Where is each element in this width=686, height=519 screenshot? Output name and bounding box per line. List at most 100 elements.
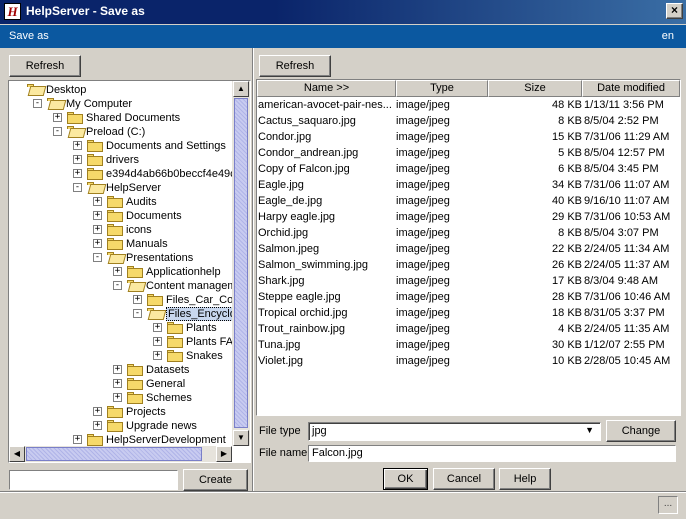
file-type-select[interactable]: jpg ▼ (308, 422, 601, 441)
file-size-cell: 10 KB (552, 355, 582, 367)
folder-icon (86, 153, 104, 166)
table-row[interactable]: Steppe eagle.jpg image/jpeg 28 KB 7/31/06 1… (257, 289, 681, 305)
column-header-name[interactable]: Name >> (257, 80, 396, 97)
scroll-down-icon[interactable]: ▼ (233, 430, 249, 446)
close-button[interactable]: × (666, 3, 683, 19)
scroll-left-icon[interactable]: ◀ (9, 446, 25, 462)
tree-vscroll-thumb[interactable] (234, 98, 248, 428)
folder-open-icon (86, 181, 107, 194)
folder-tree[interactable]: Desktop - My Computer + Shared Documents - Pre… (8, 80, 251, 463)
folder-tree-content[interactable]: Desktop - My Computer + Shared Documents - Pre… (9, 81, 232, 446)
table-row[interactable]: Condor.jpg image/jpeg 15 KB 7/31/06 11:29 A… (257, 129, 681, 145)
table-row[interactable]: Cactus_saquaro.jpg image/jpeg 8 KB 8/5/04 2… (257, 113, 681, 129)
table-row[interactable]: Tuna.jpg image/jpeg 30 KB 1/12/07 2:55 PM (257, 337, 681, 353)
file-type-cell: image/jpeg (396, 227, 450, 239)
tree-refresh-button[interactable]: Refresh (9, 55, 81, 77)
expand-icon[interactable]: + (113, 379, 122, 388)
cancel-button[interactable]: Cancel (433, 468, 495, 490)
ok-button[interactable]: OK (383, 468, 428, 490)
file-name-input[interactable]: Falcon.jpg (308, 445, 676, 462)
expand-icon[interactable]: + (113, 393, 122, 402)
scroll-up-icon[interactable]: ▲ (233, 81, 249, 97)
collapse-icon[interactable]: - (53, 127, 62, 136)
expand-icon[interactable]: + (153, 337, 162, 346)
scroll-right-icon[interactable]: ▶ (216, 446, 232, 462)
table-row[interactable]: Eagle_de.jpg image/jpeg 40 KB 9/16/10 11:07… (257, 193, 681, 209)
expand-icon[interactable]: + (153, 323, 162, 332)
table-row[interactable]: Trout_rainbow.jpg image/jpeg 4 KB 2/24/05 1… (257, 321, 681, 337)
file-size-cell: 8 KB (558, 227, 582, 239)
file-type-cell: image/jpeg (396, 115, 450, 127)
collapse-icon[interactable]: - (33, 99, 42, 108)
expand-icon[interactable]: + (93, 211, 102, 220)
collapse-icon[interactable]: - (93, 253, 102, 262)
file-size-cell: 26 KB (552, 259, 582, 271)
tree-node-label: Presentations (126, 252, 194, 264)
table-row[interactable]: Salmon_swimming.jpg image/jpeg 26 KB 2/24/0… (257, 257, 681, 273)
expand-icon[interactable]: + (93, 421, 102, 430)
table-row[interactable]: Violet.jpg image/jpeg 10 KB 2/28/05 10:45 A… (257, 353, 681, 369)
new-folder-input[interactable] (9, 470, 178, 490)
collapse-icon[interactable]: - (133, 309, 142, 318)
expand-icon[interactable]: + (93, 197, 102, 206)
tree-node-label: Plants FAQ (186, 336, 232, 348)
table-row[interactable]: Harpy eagle.jpg image/jpeg 29 KB 7/31/06 10… (257, 209, 681, 225)
expand-icon[interactable]: + (73, 155, 82, 164)
file-size-cell: 5 KB (558, 147, 582, 159)
expand-icon[interactable]: + (133, 295, 142, 304)
tree-node-label: e394d4ab66b0beccf4e49c47 (106, 168, 232, 180)
table-row[interactable]: Shark.jpg image/jpeg 17 KB 8/3/04 9:48 AM (257, 273, 681, 289)
table-row[interactable]: Copy of Falcon.jpg image/jpeg 6 KB 8/5/04 3… (257, 161, 681, 177)
file-date-cell: 8/31/05 3:37 PM (584, 307, 665, 319)
expand-icon[interactable]: + (93, 239, 102, 248)
folder-icon (126, 363, 144, 376)
table-row[interactable]: Tropical orchid.jpg image/jpeg 18 KB 8/31/0… (257, 305, 681, 321)
expand-icon[interactable]: + (93, 225, 102, 234)
create-folder-button[interactable]: Create (183, 469, 248, 491)
chevron-down-icon[interactable]: ▼ (585, 425, 594, 435)
tree-horizontal-scrollbar[interactable]: ◀ ▶ (9, 446, 232, 462)
table-row[interactable]: american-avocet-pair-nes... image/jpeg 48 … (257, 97, 681, 113)
file-date-cell: 1/13/11 3:56 PM (584, 99, 664, 111)
expand-icon[interactable]: + (73, 435, 82, 444)
tree-vertical-scrollbar[interactable]: ▲ ▼ (232, 81, 250, 446)
expand-icon[interactable]: + (113, 267, 122, 276)
expand-icon[interactable]: + (53, 113, 62, 122)
file-list[interactable]: Name >> Type Size Date modified american… (256, 79, 681, 416)
tree-hscroll-thumb[interactable] (26, 447, 202, 461)
column-header-type[interactable]: Type (396, 80, 488, 97)
folder-icon (106, 237, 124, 250)
file-size-cell: 34 KB (552, 179, 582, 191)
expand-icon[interactable]: + (73, 141, 82, 150)
expand-icon[interactable]: + (113, 365, 122, 374)
app-icon: H (4, 3, 21, 20)
table-row[interactable]: Orchid.jpg image/jpeg 8 KB 8/5/04 3:07 PM (257, 225, 681, 241)
column-header-size[interactable]: Size (488, 80, 582, 97)
table-row[interactable]: Eagle.jpg image/jpeg 34 KB 7/31/06 11:07 AM (257, 177, 681, 193)
collapse-icon[interactable]: - (113, 281, 122, 290)
language-indicator[interactable]: en (662, 30, 674, 42)
file-name-cell: Shark.jpg (258, 275, 305, 287)
title-bar[interactable]: H HelpServer - Save as × (0, 0, 686, 24)
expand-icon[interactable]: + (93, 407, 102, 416)
window-title: HelpServer - Save as (26, 4, 145, 18)
file-date-cell: 9/16/10 11:07 AM (584, 195, 670, 207)
resize-grip-icon[interactable]: ... (658, 496, 678, 514)
table-row[interactable]: Condor_andrean.jpg image/jpeg 5 KB 8/5/04 1… (257, 145, 681, 161)
change-button[interactable]: Change (606, 420, 676, 442)
file-date-cell: 8/5/04 3:07 PM (584, 227, 659, 239)
tree-node-label: Files_Car_Compo (166, 294, 232, 306)
expand-icon[interactable]: + (73, 169, 82, 178)
file-date-cell: 8/5/04 12:57 PM (584, 147, 665, 159)
files-refresh-button[interactable]: Refresh (259, 55, 331, 77)
file-name-cell: Condor.jpg (258, 131, 312, 143)
file-type-cell: image/jpeg (396, 147, 450, 159)
help-button[interactable]: Help (499, 468, 551, 490)
pane-divider[interactable] (252, 48, 254, 493)
folder-open-icon (146, 307, 167, 320)
table-row[interactable]: Salmon.jpeg image/jpeg 22 KB 2/24/05 11:34 … (257, 241, 681, 257)
expand-icon[interactable]: + (153, 351, 162, 360)
file-date-cell: 7/31/06 10:46 AM (584, 291, 671, 303)
collapse-icon[interactable]: - (73, 183, 82, 192)
column-header-date[interactable]: Date modified (582, 80, 680, 97)
